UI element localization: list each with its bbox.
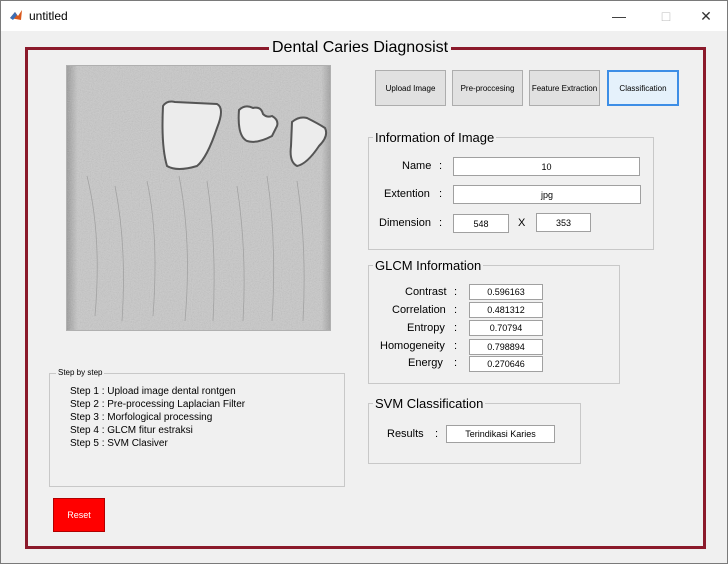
steps-group: Step by step Step 1 : Upload image denta… <box>49 368 345 487</box>
matlab-icon <box>10 10 22 20</box>
contrast-colon: : <box>454 286 458 298</box>
svm-title: SVM Classification <box>373 396 486 411</box>
classification-button[interactable]: Classification <box>607 70 679 106</box>
extension-field: jpg <box>453 185 641 204</box>
minimize-icon[interactable]: — <box>597 1 641 31</box>
steps-title: Step by step <box>56 368 105 377</box>
correlation-label: Correlation <box>392 304 446 316</box>
close-icon[interactable]: ✕ <box>684 1 728 31</box>
dimension-colon: : <box>439 217 443 229</box>
energy-field: 0.270646 <box>469 356 543 372</box>
dimension-x-label: X <box>518 217 526 229</box>
extension-colon: : <box>439 188 443 200</box>
entropy-field: 0.70794 <box>469 320 543 336</box>
energy-label: Energy <box>408 357 443 369</box>
step-item: Step 1 : Upload image dental rontgen <box>70 386 236 397</box>
upload-image-button[interactable]: Upload Image <box>375 70 446 106</box>
preprocessing-button[interactable]: Pre-proccesing <box>452 70 523 106</box>
step-item: Step 3 : Morfological processing <box>70 412 213 423</box>
contrast-label: Contrast <box>405 286 447 298</box>
homogeneity-field: 0.798894 <box>469 339 543 355</box>
dimension-label: Dimension <box>379 217 431 229</box>
entropy-colon: : <box>454 322 458 334</box>
maximize-icon[interactable]: □ <box>644 1 688 31</box>
step-item: Step 4 : GLCM fitur estraksi <box>70 425 193 436</box>
dental-image-axes <box>66 65 331 331</box>
dimension-width-field: 548 <box>453 214 509 233</box>
reset-button[interactable]: Reset <box>53 498 105 532</box>
entropy-label: Entropy <box>407 322 445 334</box>
results-colon: : <box>435 428 439 440</box>
results-field: Terindikasi Karies <box>446 425 555 443</box>
correlation-colon: : <box>454 304 458 316</box>
title-bar: untitled — □ ✕ <box>1 1 727 31</box>
step-item: Step 2 : Pre-processing Laplacian Filter <box>70 399 246 410</box>
name-label: Name <box>402 160 432 172</box>
extension-label: Extention <box>384 188 430 200</box>
contrast-field: 0.596163 <box>469 284 543 300</box>
image-info-title: Information of Image <box>373 130 497 145</box>
step-item: Step 5 : SVM Clasiver <box>70 438 168 449</box>
glcm-title: GLCM Information <box>373 258 484 273</box>
results-label: Results <box>387 428 424 440</box>
name-field: 10 <box>453 157 640 176</box>
feature-extraction-button[interactable]: Feature Extraction <box>529 70 600 106</box>
energy-colon: : <box>454 357 458 369</box>
app-window: untitled — □ ✕ Dental Caries Diagnosist <box>0 0 728 564</box>
name-colon: : <box>439 160 443 172</box>
homogeneity-label: Homogeneity <box>380 340 445 352</box>
window-title: untitled <box>29 9 68 23</box>
correlation-field: 0.481312 <box>469 302 543 318</box>
dental-xray-image <box>67 66 330 330</box>
homogeneity-colon: : <box>454 340 458 352</box>
main-title: Dental Caries Diagnosist <box>269 39 452 57</box>
dimension-height-field: 353 <box>536 213 591 232</box>
